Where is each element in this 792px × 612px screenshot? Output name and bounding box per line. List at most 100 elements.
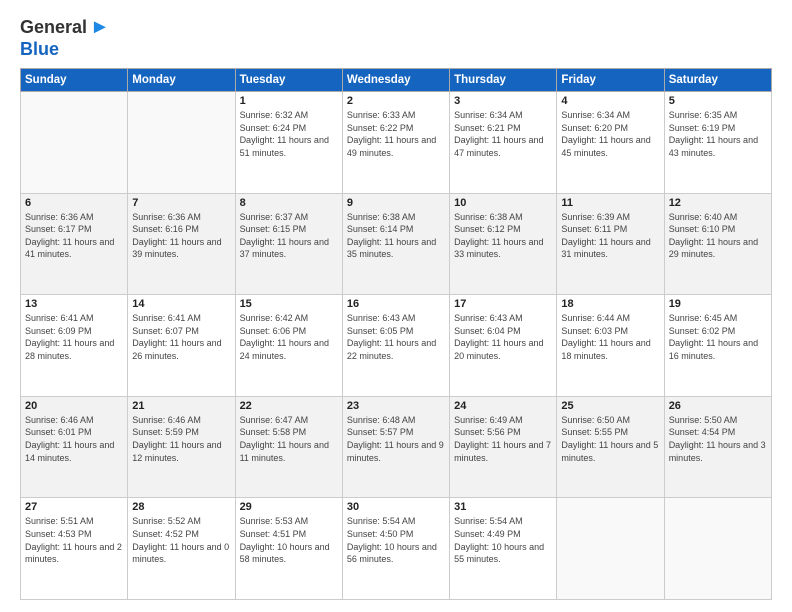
calendar-cell: 14Sunrise: 6:41 AM Sunset: 6:07 PM Dayli… [128,295,235,397]
day-number: 29 [240,501,338,513]
weekday-header: Sunday [21,69,128,92]
day-info: Sunrise: 6:46 AM Sunset: 6:01 PM Dayligh… [25,414,123,464]
day-info: Sunrise: 6:50 AM Sunset: 5:55 PM Dayligh… [561,414,659,464]
calendar-week-row: 6Sunrise: 6:36 AM Sunset: 6:17 PM Daylig… [21,193,772,295]
day-info: Sunrise: 6:44 AM Sunset: 6:03 PM Dayligh… [561,312,659,362]
logo-blue: Blue [20,39,59,59]
day-info: Sunrise: 5:53 AM Sunset: 4:51 PM Dayligh… [240,515,338,565]
day-info: Sunrise: 6:41 AM Sunset: 6:09 PM Dayligh… [25,312,123,362]
calendar-cell: 12 Sunrise: 6:40 AM Sunset: 6:10 PM Dayli… [664,193,771,295]
day-number: 14 [132,298,230,310]
day-info: Sunrise: 6:47 AM Sunset: 5:58 PM Dayligh… [240,414,338,464]
calendar-cell: 19 Sunrise: 6:45 AM Sunset: 6:02 PM Dayli… [664,295,771,397]
calendar-cell: 27 Sunrise: 5:51 AM Sunset: 4:53 PM Dayli… [21,498,128,600]
day-number: 11 [561,197,659,209]
calendar-table: SundayMondayTuesdayWednesdayThursdayFrid… [20,68,772,600]
calendar-cell: 20 Sunrise: 6:46 AM Sunset: 6:01 PM Dayli… [21,396,128,498]
day-number: 19 [669,298,767,310]
calendar-cell: 6Sunrise: 6:36 AM Sunset: 6:17 PM Daylig… [21,193,128,295]
calendar-cell: 16 Sunrise: 6:43 AM Sunset: 6:05 PM Dayli… [342,295,449,397]
day-info: Sunrise: 6:38 AM Sunset: 6:14 PM Dayligh… [347,211,445,261]
day-info: Sunrise: 6:46 AM Sunset: 5:59 PM Dayligh… [132,414,230,464]
day-info: Sunrise: 6:37 AM Sunset: 6:15 PM Dayligh… [240,211,338,261]
day-number: 26 [669,400,767,412]
calendar-header-row: SundayMondayTuesdayWednesdayThursdayFrid… [21,69,772,92]
weekday-header: Wednesday [342,69,449,92]
calendar-cell: 3Sunrise: 6:34 AM Sunset: 6:21 PM Daylig… [450,92,557,194]
weekday-header: Tuesday [235,69,342,92]
day-info: Sunrise: 6:45 AM Sunset: 6:02 PM Dayligh… [669,312,767,362]
day-number: 23 [347,400,445,412]
header: General ► Blue [20,16,772,60]
day-number: 3 [454,95,552,107]
weekday-header: Thursday [450,69,557,92]
calendar-cell: 24 Sunrise: 6:49 AM Sunset: 5:56 PM Dayli… [450,396,557,498]
weekday-header: Saturday [664,69,771,92]
day-info: Sunrise: 6:33 AM Sunset: 6:22 PM Dayligh… [347,109,445,159]
calendar-cell: 23 Sunrise: 6:48 AM Sunset: 5:57 PM Dayli… [342,396,449,498]
calendar-cell: 9 Sunrise: 6:38 AM Sunset: 6:14 PM Daylig… [342,193,449,295]
day-number: 9 [347,197,445,209]
day-number: 31 [454,501,552,513]
calendar-cell [664,498,771,600]
day-number: 22 [240,400,338,412]
calendar-cell: 1 Sunrise: 6:32 AM Sunset: 6:24 PM Daylig… [235,92,342,194]
calendar-cell [21,92,128,194]
logo-general: General [20,17,87,38]
day-info: Sunrise: 5:54 AM Sunset: 4:49 PM Dayligh… [454,515,552,565]
day-number: 16 [347,298,445,310]
logo-bird-icon: ► [90,16,110,39]
day-number: 7 [132,197,230,209]
day-info: Sunrise: 6:40 AM Sunset: 6:10 PM Dayligh… [669,211,767,261]
day-number: 25 [561,400,659,412]
day-number: 30 [347,501,445,513]
day-number: 4 [561,95,659,107]
calendar-week-row: 1 Sunrise: 6:32 AM Sunset: 6:24 PM Daylig… [21,92,772,194]
day-number: 2 [347,95,445,107]
day-info: Sunrise: 5:54 AM Sunset: 4:50 PM Dayligh… [347,515,445,565]
day-info: Sunrise: 6:38 AM Sunset: 6:12 PM Dayligh… [454,211,552,261]
day-number: 24 [454,400,552,412]
day-info: Sunrise: 6:42 AM Sunset: 6:06 PM Dayligh… [240,312,338,362]
day-number: 18 [561,298,659,310]
calendar-cell: 28Sunrise: 5:52 AM Sunset: 4:52 PM Dayli… [128,498,235,600]
day-number: 13 [25,298,123,310]
day-info: Sunrise: 6:48 AM Sunset: 5:57 PM Dayligh… [347,414,445,464]
calendar-cell: 8 Sunrise: 6:37 AM Sunset: 6:15 PM Daylig… [235,193,342,295]
day-number: 5 [669,95,767,107]
weekday-header: Friday [557,69,664,92]
day-number: 10 [454,197,552,209]
day-info: Sunrise: 5:51 AM Sunset: 4:53 PM Dayligh… [25,515,123,565]
page: General ► Blue SundayMondayTuesdayWednes… [0,0,792,612]
calendar-cell: 29 Sunrise: 5:53 AM Sunset: 4:51 PM Dayli… [235,498,342,600]
day-info: Sunrise: 6:39 AM Sunset: 6:11 PM Dayligh… [561,211,659,261]
day-number: 8 [240,197,338,209]
calendar-week-row: 20 Sunrise: 6:46 AM Sunset: 6:01 PM Dayli… [21,396,772,498]
calendar-cell: 18 Sunrise: 6:44 AM Sunset: 6:03 PM Dayli… [557,295,664,397]
day-number: 12 [669,197,767,209]
calendar-cell: 26 Sunrise: 5:50 AM Sunset: 4:54 PM Dayli… [664,396,771,498]
calendar-cell: 22 Sunrise: 6:47 AM Sunset: 5:58 PM Dayli… [235,396,342,498]
calendar-cell: 4Sunrise: 6:34 AM Sunset: 6:20 PM Daylig… [557,92,664,194]
calendar-cell [557,498,664,600]
day-number: 17 [454,298,552,310]
calendar-cell: 17Sunrise: 6:43 AM Sunset: 6:04 PM Dayli… [450,295,557,397]
day-number: 27 [25,501,123,513]
day-number: 1 [240,95,338,107]
calendar-week-row: 13 Sunrise: 6:41 AM Sunset: 6:09 PM Dayli… [21,295,772,397]
calendar-week-row: 27 Sunrise: 5:51 AM Sunset: 4:53 PM Dayli… [21,498,772,600]
day-info: Sunrise: 6:49 AM Sunset: 5:56 PM Dayligh… [454,414,552,464]
calendar-cell: 31 Sunrise: 5:54 AM Sunset: 4:49 PM Dayli… [450,498,557,600]
calendar-cell: 7Sunrise: 6:36 AM Sunset: 6:16 PM Daylig… [128,193,235,295]
calendar-cell: 5 Sunrise: 6:35 AM Sunset: 6:19 PM Daylig… [664,92,771,194]
day-number: 21 [132,400,230,412]
day-number: 20 [25,400,123,412]
day-info: Sunrise: 6:35 AM Sunset: 6:19 PM Dayligh… [669,109,767,159]
logo: General ► Blue [20,16,110,60]
day-info: Sunrise: 6:32 AM Sunset: 6:24 PM Dayligh… [240,109,338,159]
day-info: Sunrise: 6:43 AM Sunset: 6:05 PM Dayligh… [347,312,445,362]
calendar-cell: 2 Sunrise: 6:33 AM Sunset: 6:22 PM Daylig… [342,92,449,194]
day-number: 28 [132,501,230,513]
day-info: Sunrise: 5:50 AM Sunset: 4:54 PM Dayligh… [669,414,767,464]
day-info: Sunrise: 6:36 AM Sunset: 6:17 PM Dayligh… [25,211,123,261]
